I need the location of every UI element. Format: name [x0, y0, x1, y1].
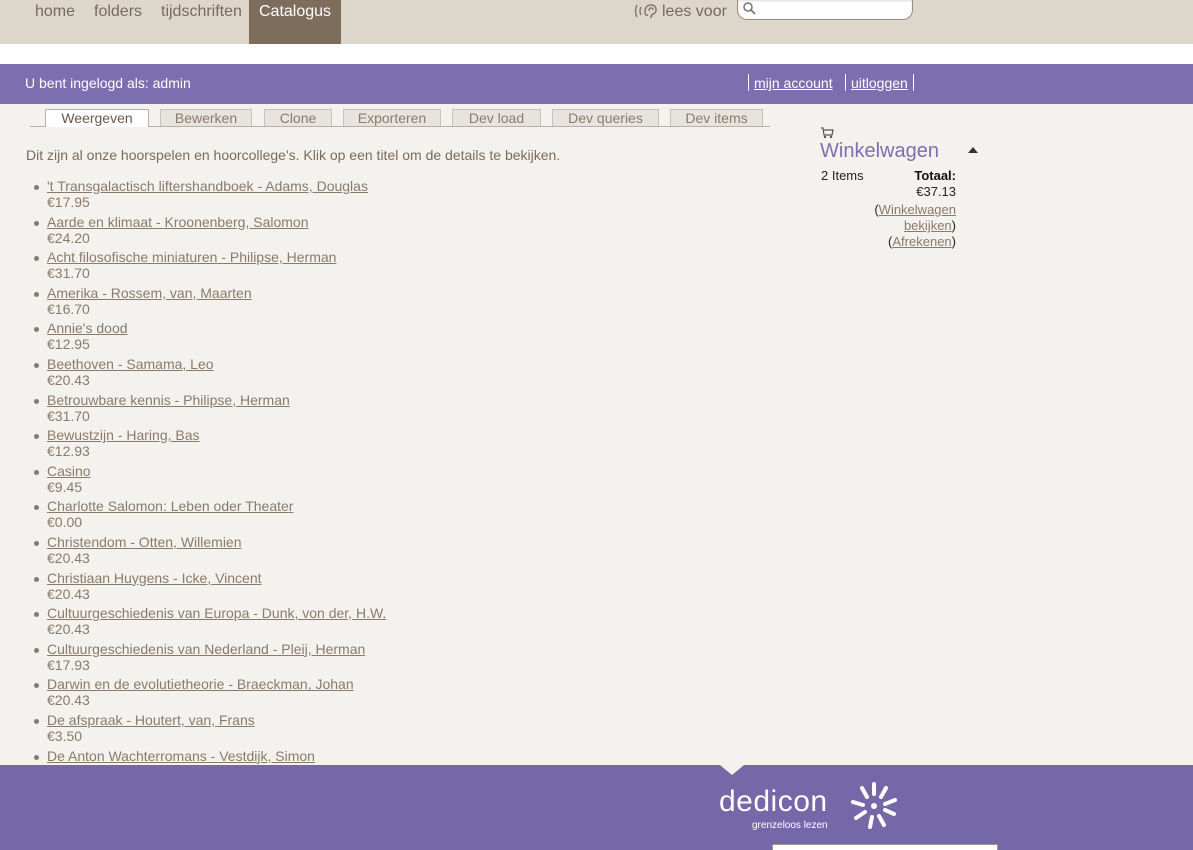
item-price: €20.43	[47, 692, 90, 709]
search-box[interactable]	[737, 0, 913, 20]
list-item: Casino €9.45	[30, 463, 530, 499]
footer-notch	[720, 765, 744, 775]
list-item: Acht filosofische miniaturen - Philipse,…	[30, 249, 530, 285]
tab-dev-queries[interactable]: Dev queries	[552, 109, 659, 126]
item-price: €17.95	[47, 194, 90, 210]
item-price: €20.43	[47, 549, 90, 566]
list-item: Bewustzijn - Haring, Bas €12.93	[30, 427, 530, 463]
cart-icon	[821, 127, 834, 139]
item-title-link[interactable]: Christiaan Huygens - Icke, Vincent	[47, 570, 530, 586]
top-navigation: home folders tijdschriften Catalogus lee…	[0, 0, 1193, 44]
item-price: €9.45	[47, 478, 83, 495]
list-item: Annie's dood €12.95	[30, 320, 530, 356]
list-item: Cultuurgeschiedenis van Nederland - Plei…	[30, 641, 530, 677]
login-bar: U bent ingelogd als: admin mijn account …	[0, 64, 1193, 104]
item-price: €20.43	[47, 621, 90, 638]
list-item: Charlotte Salomon: Leben oder Theater €0.…	[30, 498, 530, 534]
cart-total-label: Totaal:	[914, 168, 956, 183]
item-price: €12.95	[47, 336, 90, 353]
logout-link[interactable]: uitloggen	[851, 75, 908, 91]
tab-clone[interactable]: Clone	[264, 109, 332, 126]
cart-links: (Winkelwagen bekijken) (Afrekenen)	[874, 202, 956, 249]
cart-total-value: €37.13	[916, 184, 956, 199]
item-price: €31.70	[47, 407, 90, 424]
login-status: U bent ingelogd als: admin	[25, 75, 191, 91]
item-price: €24.20	[47, 229, 90, 246]
nav-catalogus[interactable]: Catalogus	[249, 0, 341, 44]
item-title-link[interactable]: Cultuurgeschiedenis van Europa - Dunk, v…	[47, 605, 530, 621]
nav-tijdschriften[interactable]: tijdschriften	[161, 0, 242, 44]
lees-voor-label[interactable]: lees voor	[662, 0, 727, 24]
catalog-list: 't Transgalactisch liftershandboek - Ada…	[30, 178, 530, 783]
item-price: €16.70	[47, 300, 90, 317]
view-cart-link[interactable]: Winkelwagen bekijken	[879, 202, 956, 233]
item-title-link[interactable]: Betrouwbare kennis - Philipse, Herman	[47, 392, 530, 408]
item-title-link[interactable]: Beethoven - Samama, Leo	[47, 356, 530, 372]
cart-item-count: 2 Items	[821, 168, 864, 183]
item-price: €12.93	[47, 443, 90, 460]
logo-tagline: grenzeloos lezen	[752, 820, 828, 831]
tab-dev-items[interactable]: Dev items	[670, 109, 763, 126]
intro-text: Dit zijn al onze hoorspelen en hoorcolle…	[26, 147, 561, 163]
separator	[845, 74, 846, 91]
item-title-link[interactable]: Casino	[47, 463, 530, 479]
item-price: €20.43	[47, 371, 90, 388]
footer	[0, 765, 1193, 850]
item-title-link[interactable]: Acht filosofische miniaturen - Philipse,…	[47, 249, 530, 265]
list-item: Beethoven - Samama, Leo €20.43	[30, 356, 530, 392]
item-title-link[interactable]: 't Transgalactisch liftershandboek - Ada…	[47, 178, 530, 194]
my-account-link[interactable]: mijn account	[754, 75, 833, 91]
list-item: Christiaan Huygens - Icke, Vincent €20.43	[30, 570, 530, 606]
search-input[interactable]	[758, 1, 908, 17]
item-title-link[interactable]: Aarde en klimaat - Kroonenberg, Salomon	[47, 214, 530, 230]
tab-dev-load[interactable]: Dev load	[452, 109, 541, 126]
tab-weergeven[interactable]: Weergeven	[45, 109, 149, 127]
list-item: Amerika - Rossem, van, Maarten €16.70	[30, 285, 530, 321]
item-title-link[interactable]: Cultuurgeschiedenis van Nederland - Plei…	[47, 641, 530, 657]
item-title-link[interactable]: Darwin en de evolutietheorie - Braeckman…	[47, 676, 530, 692]
dedicon-mark-icon	[851, 782, 897, 829]
item-price: €17.93	[47, 656, 90, 673]
list-item: Aarde en klimaat - Kroonenberg, Salomon €…	[30, 214, 530, 250]
item-title-link[interactable]: De afspraak - Houtert, van, Frans	[47, 712, 530, 728]
tab-bewerken[interactable]: Bewerken	[160, 109, 252, 126]
list-item: 't Transgalactisch liftershandboek - Ada…	[30, 178, 530, 214]
tab-exporteren[interactable]: Exporteren	[343, 109, 441, 126]
item-title-link[interactable]: De Anton Wachterromans - Vestdijk, Simon	[47, 748, 530, 764]
item-price: €31.70	[47, 265, 90, 282]
header-spacer	[0, 44, 1193, 64]
list-item: Betrouwbare kennis - Philipse, Herman €31…	[30, 392, 530, 428]
item-price: €3.50	[47, 727, 83, 744]
separator	[913, 74, 914, 91]
item-title-link[interactable]: Amerika - Rossem, van, Maarten	[47, 285, 530, 301]
item-title-link[interactable]: Charlotte Salomon: Leben oder Theater	[47, 498, 530, 514]
checkout-link[interactable]: Afrekenen	[892, 234, 951, 249]
ear-icon[interactable]	[634, 2, 660, 20]
footer-input[interactable]	[772, 844, 998, 850]
item-price: €0.00	[47, 514, 83, 531]
item-title-link[interactable]: Christendom - Otten, Willemien	[47, 534, 530, 550]
separator	[748, 74, 749, 91]
nav-home[interactable]: home	[35, 0, 75, 44]
list-item: Darwin en de evolutietheorie - Braeckman…	[30, 676, 530, 712]
list-item: Christendom - Otten, Willemien €20.43	[30, 534, 530, 570]
item-title-link[interactable]: Bewustzijn - Haring, Bas	[47, 427, 530, 443]
nav-folders[interactable]: folders	[94, 0, 142, 44]
list-item: Cultuurgeschiedenis van Europa - Dunk, v…	[30, 605, 530, 641]
search-icon	[743, 2, 756, 15]
item-price: €20.43	[47, 585, 90, 602]
item-title-link[interactable]: Annie's dood	[47, 320, 530, 336]
list-item: De afspraak - Houtert, van, Frans €3.50	[30, 712, 530, 748]
cart-title: Winkelwagen	[820, 140, 939, 162]
dedicon-logo: dedicon	[719, 785, 828, 818]
collapse-arrow-icon[interactable]	[968, 147, 978, 153]
